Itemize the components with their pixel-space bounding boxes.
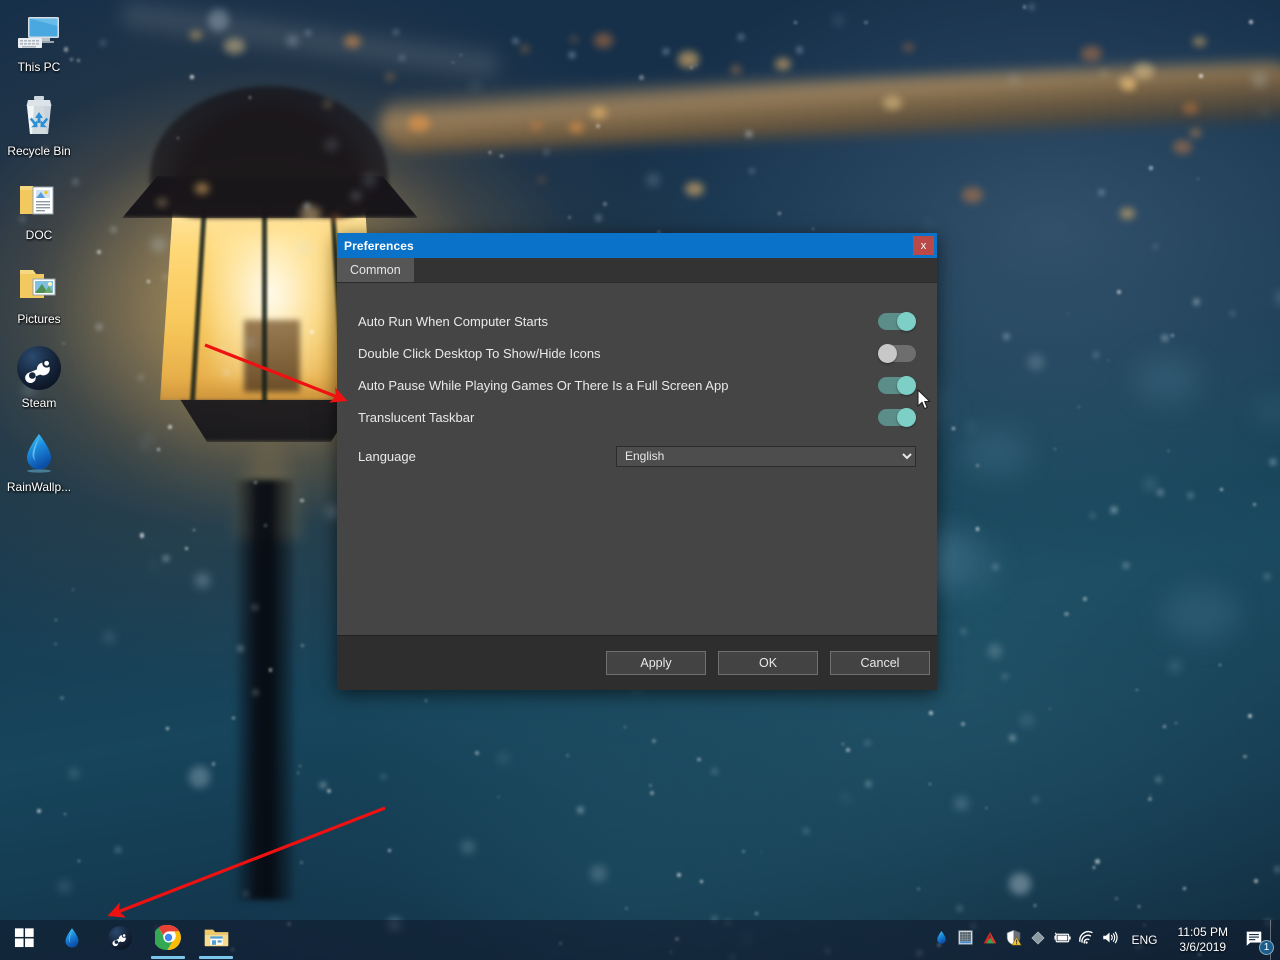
dialog-footer: Apply OK Cancel <box>337 635 937 690</box>
tray-item-rainwallpaper[interactable] <box>930 920 954 960</box>
toggle-auto-run[interactable] <box>878 311 916 331</box>
desktop-icon-label: Pictures <box>17 312 61 326</box>
taskbar-item-steam[interactable] <box>96 920 144 960</box>
rainwallpaper-droplet-icon <box>59 925 85 956</box>
rainwallpaper-droplet-icon <box>15 428 63 476</box>
page-title: Preferences <box>344 238 414 253</box>
tray-item-network[interactable] <box>1074 920 1098 960</box>
dialog-title-bar[interactable]: Preferences x <box>337 233 937 258</box>
lamp-base <box>178 396 360 442</box>
toggle-translucent-taskbar[interactable] <box>878 407 916 427</box>
diamond-icon <box>1030 930 1046 951</box>
desktop-icon-this-pc[interactable]: This PC <box>0 8 78 74</box>
setting-label-translucent-taskbar: Translucent Taskbar <box>358 409 475 425</box>
toggle-knob <box>878 343 897 363</box>
chrome-icon <box>152 924 182 956</box>
recycle-bin-icon <box>15 92 63 140</box>
wifi-icon <box>1077 930 1095 950</box>
clock-time: 11:05 PM <box>1177 925 1228 939</box>
desktop-icon-column: This PC Recycle Bin DOC Pictures Steam R… <box>0 8 78 512</box>
taskbar-item-rainwallpaper[interactable] <box>48 920 96 960</box>
setting-label-double-click-desktop: Double Click Desktop To Show/Hide Icons <box>358 345 601 361</box>
setting-row-language: Language English <box>358 439 916 473</box>
desktop[interactable]: This PC Recycle Bin DOC Pictures Steam R… <box>0 0 1280 960</box>
dialog-body: Auto Run When Computer Starts Double Cli… <box>337 283 937 635</box>
red-triangle-icon <box>982 930 998 951</box>
taskbar-item-file-explorer[interactable] <box>192 920 240 960</box>
close-icon[interactable]: x <box>913 236 934 255</box>
preferences-dialog[interactable]: Preferences x Common Auto Run When Compu… <box>337 233 937 690</box>
taskbar-clock[interactable]: 11:05 PM 3/6/2019 <box>1168 925 1238 955</box>
action-center-badge: 1 <box>1259 940 1274 955</box>
desktop-icon-recycle-bin[interactable]: Recycle Bin <box>0 92 78 158</box>
toggle-knob <box>897 375 916 395</box>
mouse-cursor-icon <box>917 388 931 410</box>
steam-icon <box>15 344 63 392</box>
tray-item-diamond-app[interactable] <box>1026 920 1050 960</box>
toggle-double-click-desktop[interactable] <box>878 343 916 363</box>
lamp-rib-center <box>262 204 267 404</box>
desktop-icon-pictures[interactable]: Pictures <box>0 260 78 326</box>
desktop-icon-label: This PC <box>17 60 61 74</box>
setting-row-auto-pause: Auto Pause While Playing Games Or There … <box>358 369 916 401</box>
file-explorer-icon <box>203 924 230 956</box>
grid-panel-icon <box>958 930 973 950</box>
monitor-icon <box>15 8 63 56</box>
start-button[interactable] <box>0 920 48 960</box>
setting-row-double-click-desktop: Double Click Desktop To Show/Hide Icons <box>358 337 916 369</box>
security-shield-warning-icon <box>1005 929 1022 951</box>
action-center-button[interactable]: 1 <box>1238 920 1274 960</box>
desktop-icon-label: DOC <box>25 228 53 242</box>
lamp-post <box>236 480 294 900</box>
rainwallpaper-droplet-icon <box>933 929 950 951</box>
toggle-knob <box>897 407 916 427</box>
battery-charging-icon <box>1052 931 1072 950</box>
ok-button[interactable]: OK <box>718 651 818 675</box>
language-select[interactable]: English <box>616 445 916 467</box>
speaker-icon <box>1101 930 1119 950</box>
desktop-icon-label: Recycle Bin <box>7 144 71 158</box>
taskbar[interactable]: ENG 11:05 PM 3/6/2019 1 <box>0 920 1280 960</box>
desktop-icon-doc[interactable]: DOC <box>0 176 78 242</box>
cancel-button[interactable]: Cancel <box>830 651 930 675</box>
steam-icon <box>107 925 133 956</box>
lamp-bulb <box>244 320 300 392</box>
setting-label-auto-pause: Auto Pause While Playing Games Or There … <box>358 377 729 393</box>
apply-button[interactable]: Apply <box>606 651 706 675</box>
tray-item-battery[interactable] <box>1050 920 1074 960</box>
tray-item-windows-security[interactable] <box>1002 920 1026 960</box>
desktop-icon-rainwallpaper[interactable]: RainWallp... <box>0 428 78 494</box>
tray-item-app-grid[interactable] <box>954 920 978 960</box>
desktop-icon-steam[interactable]: Steam <box>0 344 78 410</box>
folder-document-icon <box>15 176 63 224</box>
tray-language-indicator[interactable]: ENG <box>1122 933 1168 947</box>
tab-strip: Common <box>337 257 937 283</box>
desktop-icon-label: RainWallp... <box>6 480 72 494</box>
show-desktop-button[interactable] <box>1270 920 1276 960</box>
folder-pictures-icon <box>15 260 63 308</box>
toggle-auto-pause[interactable] <box>878 375 916 395</box>
tray-item-volume[interactable] <box>1098 920 1122 960</box>
setting-label-language: Language <box>358 448 416 464</box>
toggle-knob <box>897 311 916 331</box>
setting-label-auto-run: Auto Run When Computer Starts <box>358 313 549 329</box>
setting-row-auto-run: Auto Run When Computer Starts <box>358 305 916 337</box>
setting-row-translucent-taskbar: Translucent Taskbar <box>358 401 916 433</box>
tray-item-red-app[interactable] <box>978 920 1002 960</box>
tab-common[interactable]: Common <box>337 257 414 282</box>
system-tray: ENG 11:05 PM 3/6/2019 1 <box>930 920 1280 960</box>
clock-date: 3/6/2019 <box>1179 940 1227 954</box>
desktop-icon-label: Steam <box>21 396 57 410</box>
taskbar-left-group <box>0 920 240 960</box>
windows-start-icon <box>14 927 35 953</box>
taskbar-item-google-chrome[interactable] <box>144 920 192 960</box>
